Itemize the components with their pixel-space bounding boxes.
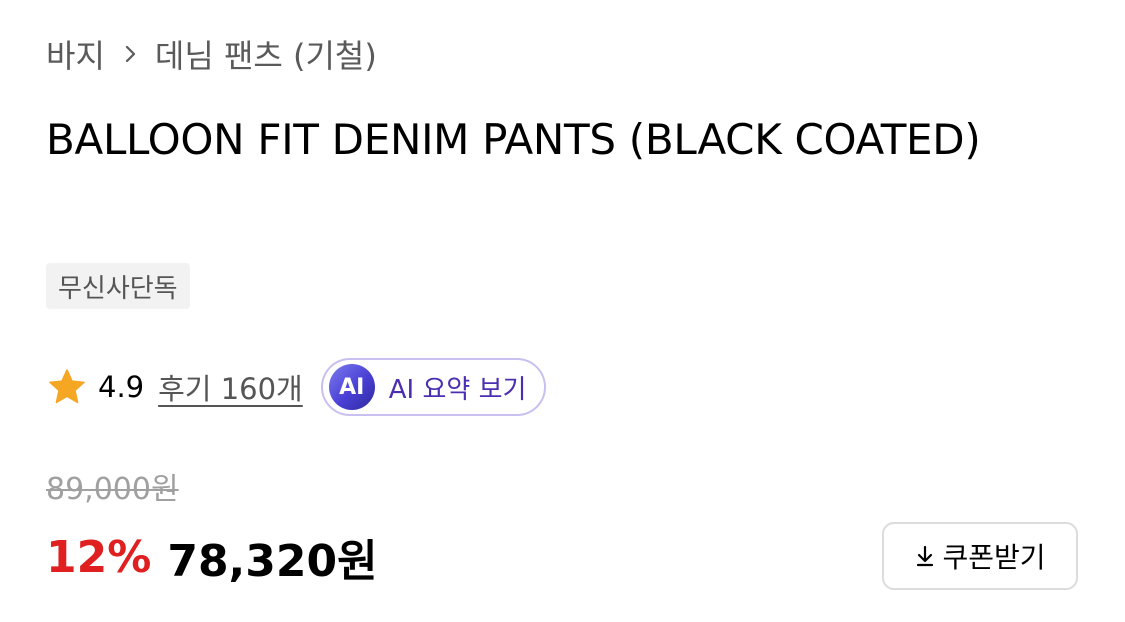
exclusive-badge: 무신사단독 [46, 263, 190, 309]
breadcrumb-item-denim-pants[interactable]: 데님 팬츠 (기철) [155, 31, 377, 77]
ai-summary-button[interactable]: AI AI 요약 보기 [320, 358, 547, 416]
ai-summary-label: AI 요약 보기 [388, 374, 527, 405]
rating-row: 4.9 후기 160개 AI AI 요약 보기 [46, 356, 547, 418]
breadcrumb-item-pants[interactable]: 바지 [46, 31, 105, 77]
coupon-label: 쿠폰받기 [942, 541, 1046, 574]
coupon-download-button[interactable]: 쿠폰받기 [882, 522, 1078, 590]
star-icon [46, 366, 88, 408]
product-title: BALLOON FIT DENIM PANTS (BLACK COATED) [46, 115, 981, 164]
rating-score: 4.9 [98, 370, 145, 404]
chevron-right-icon [123, 43, 139, 65]
discount-rate: 12% [46, 531, 152, 583]
download-icon [914, 544, 936, 568]
breadcrumb: 바지 데님 팬츠 (기철) [46, 30, 377, 78]
ai-icon: AI [328, 364, 375, 410]
product-info-panel: 바지 데님 팬츠 (기철) BALLOON FIT DENIM PANTS (B… [0, 0, 1125, 622]
review-count-link[interactable]: 후기 160개 [158, 366, 303, 408]
sale-price: 78,320원 [167, 536, 378, 587]
original-price: 89,000원 [46, 472, 179, 507]
price-row: 12% 78,320원 [46, 526, 378, 588]
